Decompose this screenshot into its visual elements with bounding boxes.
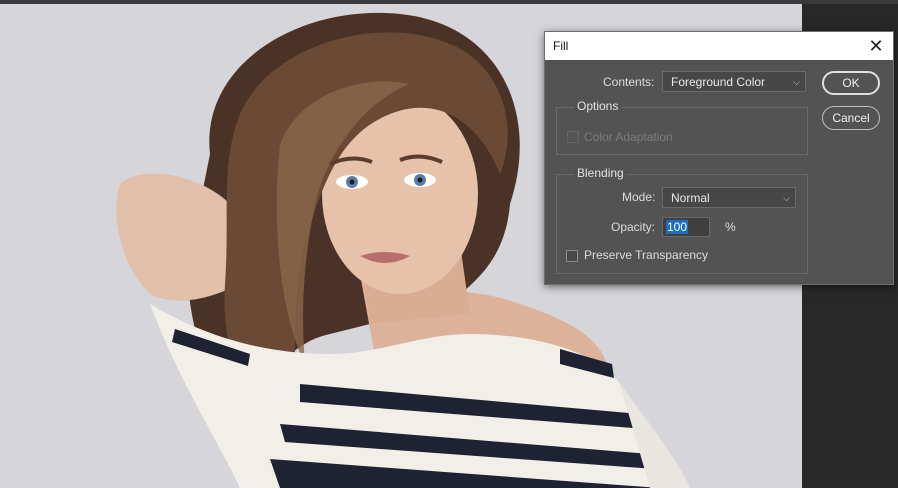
options-group-title: Options xyxy=(574,99,622,113)
opacity-unit: % xyxy=(725,220,736,234)
dialog-title: Fill xyxy=(553,39,569,53)
preserve-transparency-label: Preserve Transparency xyxy=(584,248,709,262)
cancel-button[interactable]: Cancel xyxy=(822,106,880,130)
mode-select-value: Normal xyxy=(671,191,710,205)
opacity-value: 100 xyxy=(666,220,689,234)
mode-label: Mode: xyxy=(622,190,656,204)
ok-button[interactable]: OK xyxy=(822,71,880,95)
blending-group-title: Blending xyxy=(574,166,627,180)
opacity-input[interactable]: 100 xyxy=(662,217,710,237)
opacity-label: Opacity: xyxy=(611,220,656,234)
color-adaptation-checkbox[interactable] xyxy=(567,131,579,143)
contents-select-value: Foreground Color xyxy=(671,75,766,89)
color-adaptation-label: Color Adaptation xyxy=(584,130,673,144)
dialog-titlebar[interactable]: Fill ✕ xyxy=(545,32,893,60)
preserve-transparency-checkbox[interactable] xyxy=(566,250,578,262)
chevron-down-icon: ⌵ xyxy=(793,77,800,87)
contents-label: Contents: xyxy=(603,75,655,89)
chevron-down-icon: ⌵ xyxy=(783,193,790,203)
contents-select[interactable]: Foreground Color ⌵ xyxy=(662,71,806,92)
mode-select[interactable]: Normal ⌵ xyxy=(662,187,796,208)
close-icon[interactable]: ✕ xyxy=(865,35,887,57)
fill-dialog: Fill ✕ Contents: Foreground Color ⌵ OK C… xyxy=(544,31,894,285)
